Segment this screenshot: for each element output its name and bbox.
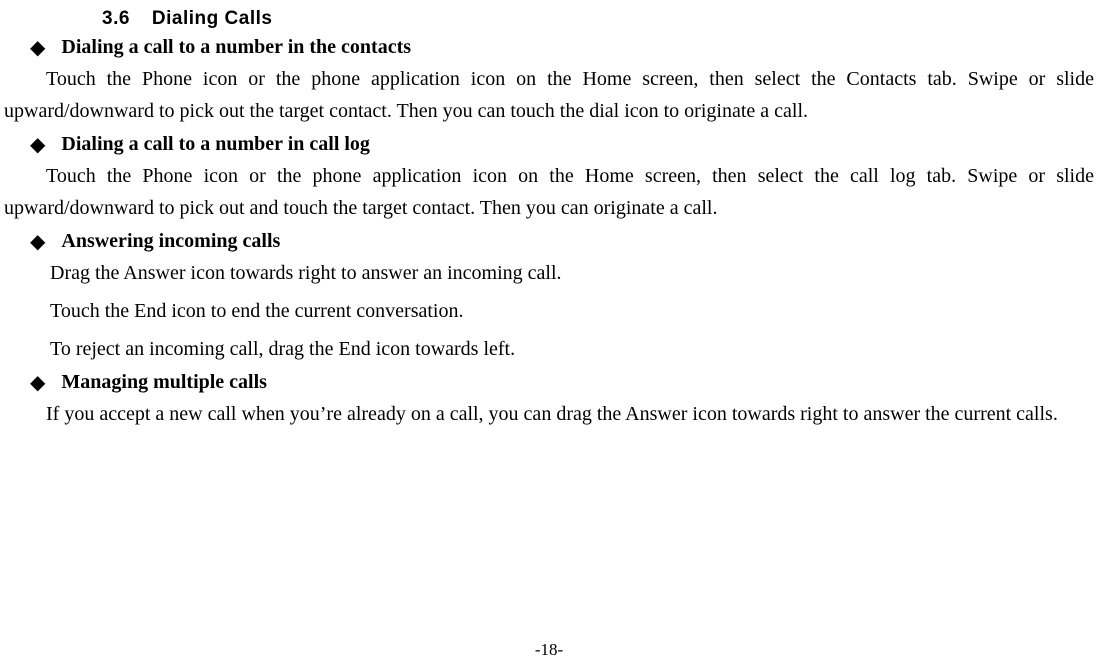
bullet-2-title: Dialing a call to a number in call log [61, 133, 370, 156]
bullet-3-line2: Touch the End icon to end the current co… [50, 295, 1094, 327]
section-number: 3.6 [102, 8, 130, 29]
diamond-icon: ◆ [30, 373, 45, 393]
bullet-2-para: Touch the Phone icon or the phone applic… [4, 160, 1094, 224]
diamond-icon: ◆ [30, 232, 45, 252]
bullet-4: ◆ Managing multiple calls [30, 371, 1098, 394]
bullet-3-line3: To reject an incoming call, drag the End… [50, 333, 1094, 365]
diamond-icon: ◆ [30, 135, 45, 155]
page-container: 3.6 Dialing Calls ◆ Dialing a call to a n… [0, 0, 1098, 668]
bullet-1-para: Touch the Phone icon or the phone applic… [4, 63, 1094, 127]
bullet-3-title: Answering incoming calls [61, 230, 280, 253]
section-title: Dialing Calls [152, 8, 273, 29]
bullet-4-title: Managing multiple calls [61, 371, 267, 394]
bullet-4-para: If you accept a new call when you’re alr… [4, 398, 1094, 430]
diamond-icon: ◆ [30, 38, 45, 58]
bullet-3-line1: Drag the Answer icon towards right to an… [50, 257, 1094, 289]
bullet-1-title: Dialing a call to a number in the contac… [61, 36, 411, 59]
bullet-1: ◆ Dialing a call to a number in the cont… [30, 36, 1098, 59]
bullet-3: ◆ Answering incoming calls [30, 230, 1098, 253]
page-number: -18- [0, 640, 1098, 660]
section-heading: 3.6 Dialing Calls [102, 8, 1098, 30]
bullet-2: ◆ Dialing a call to a number in call log [30, 133, 1098, 156]
